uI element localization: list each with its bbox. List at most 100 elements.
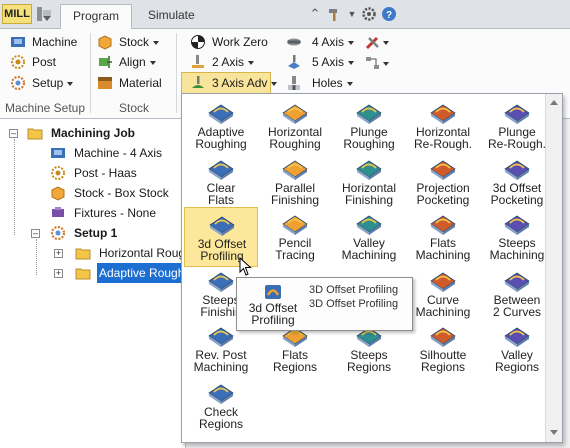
3d-offset-profiling-icon [265, 285, 281, 299]
gallery-item-label: Parallel Finishing [270, 181, 320, 207]
rev-post-machining-icon [208, 327, 234, 347]
stock-icon [98, 35, 112, 50]
work-zero-button[interactable]: Work Zero [190, 32, 278, 52]
setup-icon [50, 225, 66, 241]
tooltip-description: 3D Offset Profiling [309, 298, 399, 310]
gallery-item-label: Rev. Post Machining [193, 348, 249, 374]
pattern-dropdown-caret-icon[interactable] [383, 62, 389, 66]
folder-icon [75, 268, 91, 280]
scroll-down-icon[interactable] [550, 430, 558, 435]
5-axis-button[interactable]: 5 Axis [286, 52, 356, 72]
horizontal-roughing-icon [282, 104, 308, 124]
gallery-item-label: Flats Regions [272, 348, 318, 374]
parallel-finishing-icon [282, 160, 308, 180]
material-icon [98, 77, 112, 89]
tools-icon[interactable] [365, 34, 381, 50]
mill-module-button[interactable]: MILL [2, 4, 32, 24]
3d-offset-profiling-icon [209, 216, 235, 236]
mouse-cursor-icon [239, 257, 252, 276]
gallery-item-label: Steeps Machining [489, 236, 545, 262]
tools-dropdown-caret-icon[interactable] [383, 41, 389, 45]
gallery-item-plunge-rerough[interactable]: Plunge Re-Rough. [480, 96, 554, 156]
machine-button[interactable]: Machine [10, 32, 90, 52]
gallery-item-pencil-tracing[interactable]: Pencil Tracing [258, 207, 332, 267]
gallery-item-label: Valley Machining [341, 236, 397, 262]
gallery-item-3d-offset-pocketing[interactable]: 3d Offset Pocketing [480, 152, 554, 212]
stock-button[interactable]: Stock [97, 32, 177, 52]
steeps-finishing-icon [208, 272, 234, 292]
gallery-item-steeps-machining[interactable]: Steeps Machining [480, 207, 554, 267]
gallery-item-curve-machining[interactable]: Curve Machining [406, 264, 480, 324]
gallery-item-plunge-roughing[interactable]: Plunge Roughing [332, 96, 406, 156]
2-axis-icon [192, 55, 204, 68]
tab-simulate[interactable]: Simulate [136, 4, 207, 29]
app-menu-icon[interactable] [34, 5, 54, 23]
gallery-item-projection-pocketing[interactable]: Projection Pocketing [406, 152, 480, 212]
align-button[interactable]: Align [97, 52, 177, 72]
gallery-scrollbar[interactable] [545, 94, 562, 442]
setup-button[interactable]: Setup [10, 73, 90, 93]
tab-program[interactable]: Program [60, 4, 133, 30]
gallery-item-valley-regions[interactable]: Valley Regions [480, 319, 554, 379]
gallery-item-silhoutte-regions[interactable]: Silhoutte Regions [406, 319, 480, 379]
gallery-item-label: Plunge Roughing [343, 125, 395, 151]
collapse-toggle-icon[interactable]: – [31, 229, 40, 238]
gallery-item-valley-machining[interactable]: Valley Machining [332, 207, 406, 267]
gallery-item-flats-machining[interactable]: Flats Machining [406, 207, 480, 267]
dropdown-caret-icon[interactable]: ▼ [344, 6, 360, 22]
gallery-item-between-2-curves[interactable]: Between 2 Curves [480, 264, 554, 324]
material-button[interactable]: Material [97, 73, 177, 93]
plunge-roughing-icon [356, 104, 382, 124]
group-divider [176, 33, 177, 113]
holes-icon [288, 76, 300, 90]
gallery-item-label: Horizontal Re-Rough. [413, 125, 473, 151]
projection-pocketing-icon [430, 160, 456, 180]
gallery-item-horizontal-finishing[interactable]: Horizontal Finishing [332, 152, 406, 212]
plunge-rerough-icon [504, 104, 530, 124]
gallery-item-label: Plunge Re-Rough. [487, 125, 547, 151]
3-axis-adv-button[interactable]: 3 Axis Adv [181, 72, 278, 94]
2-axis-button[interactable]: 2 Axis [190, 52, 270, 72]
operation-tooltip: 3d Offset Profiling 3D Offset Profiling … [236, 277, 413, 331]
expand-toggle-icon[interactable]: + [54, 249, 63, 258]
post-icon [11, 55, 25, 69]
pattern-icon[interactable] [365, 56, 381, 70]
gallery-item-clear-flats[interactable]: Clear Flats [184, 152, 258, 212]
gallery-item-label: Flats Machining [415, 236, 471, 262]
folder-open-icon [27, 128, 43, 140]
machine-icon [11, 37, 25, 47]
2-axis-label: 2 Axis [212, 52, 255, 72]
gallery-item-adaptive-roughing[interactable]: Adaptive Roughing [184, 96, 258, 156]
fixtures-icon [52, 207, 64, 217]
collapse-ribbon-icon[interactable]: ⌃ [307, 6, 323, 22]
between-2-curves-icon [504, 272, 530, 292]
gallery-item-label: Curve Machining [415, 293, 471, 319]
adaptive-roughing-icon [208, 104, 234, 124]
tooltip-title: 3D Offset Profiling [309, 284, 399, 296]
clear-flats-icon [208, 160, 234, 180]
tree-guide-line [14, 139, 15, 235]
gallery-item-label: Adaptive Roughing [195, 125, 247, 151]
holes-label: Holes [312, 73, 353, 93]
5-axis-label: 5 Axis [312, 52, 355, 72]
setup-label: Setup [32, 73, 74, 93]
gallery-item-check-regions[interactable]: Check Regions [184, 376, 258, 436]
post-icon [51, 166, 65, 180]
3d-offset-pocketing-icon [504, 160, 530, 180]
expand-toggle-icon[interactable]: + [54, 269, 63, 278]
hammer-icon[interactable] [327, 6, 343, 22]
gallery-item-label: Check Regions [198, 405, 244, 431]
post-button[interactable]: Post [10, 52, 90, 72]
4-axis-button[interactable]: 4 Axis [286, 32, 356, 52]
gallery-item-horizontal-roughing[interactable]: Horizontal Roughing [258, 96, 332, 156]
5-axis-icon [288, 55, 300, 69]
horizontal-rerough-icon [430, 104, 456, 124]
gallery-item-parallel-finishing[interactable]: Parallel Finishing [258, 152, 332, 212]
holes-button[interactable]: Holes [286, 73, 356, 93]
gallery-item-horizontal-rerough[interactable]: Horizontal Re-Rough. [406, 96, 480, 156]
scroll-up-icon[interactable] [550, 100, 558, 105]
help-icon[interactable]: ? [381, 6, 397, 22]
collapse-toggle-icon[interactable]: – [9, 129, 18, 138]
settings-icon[interactable] [361, 6, 377, 22]
stock-group-label: Stock [118, 101, 149, 115]
